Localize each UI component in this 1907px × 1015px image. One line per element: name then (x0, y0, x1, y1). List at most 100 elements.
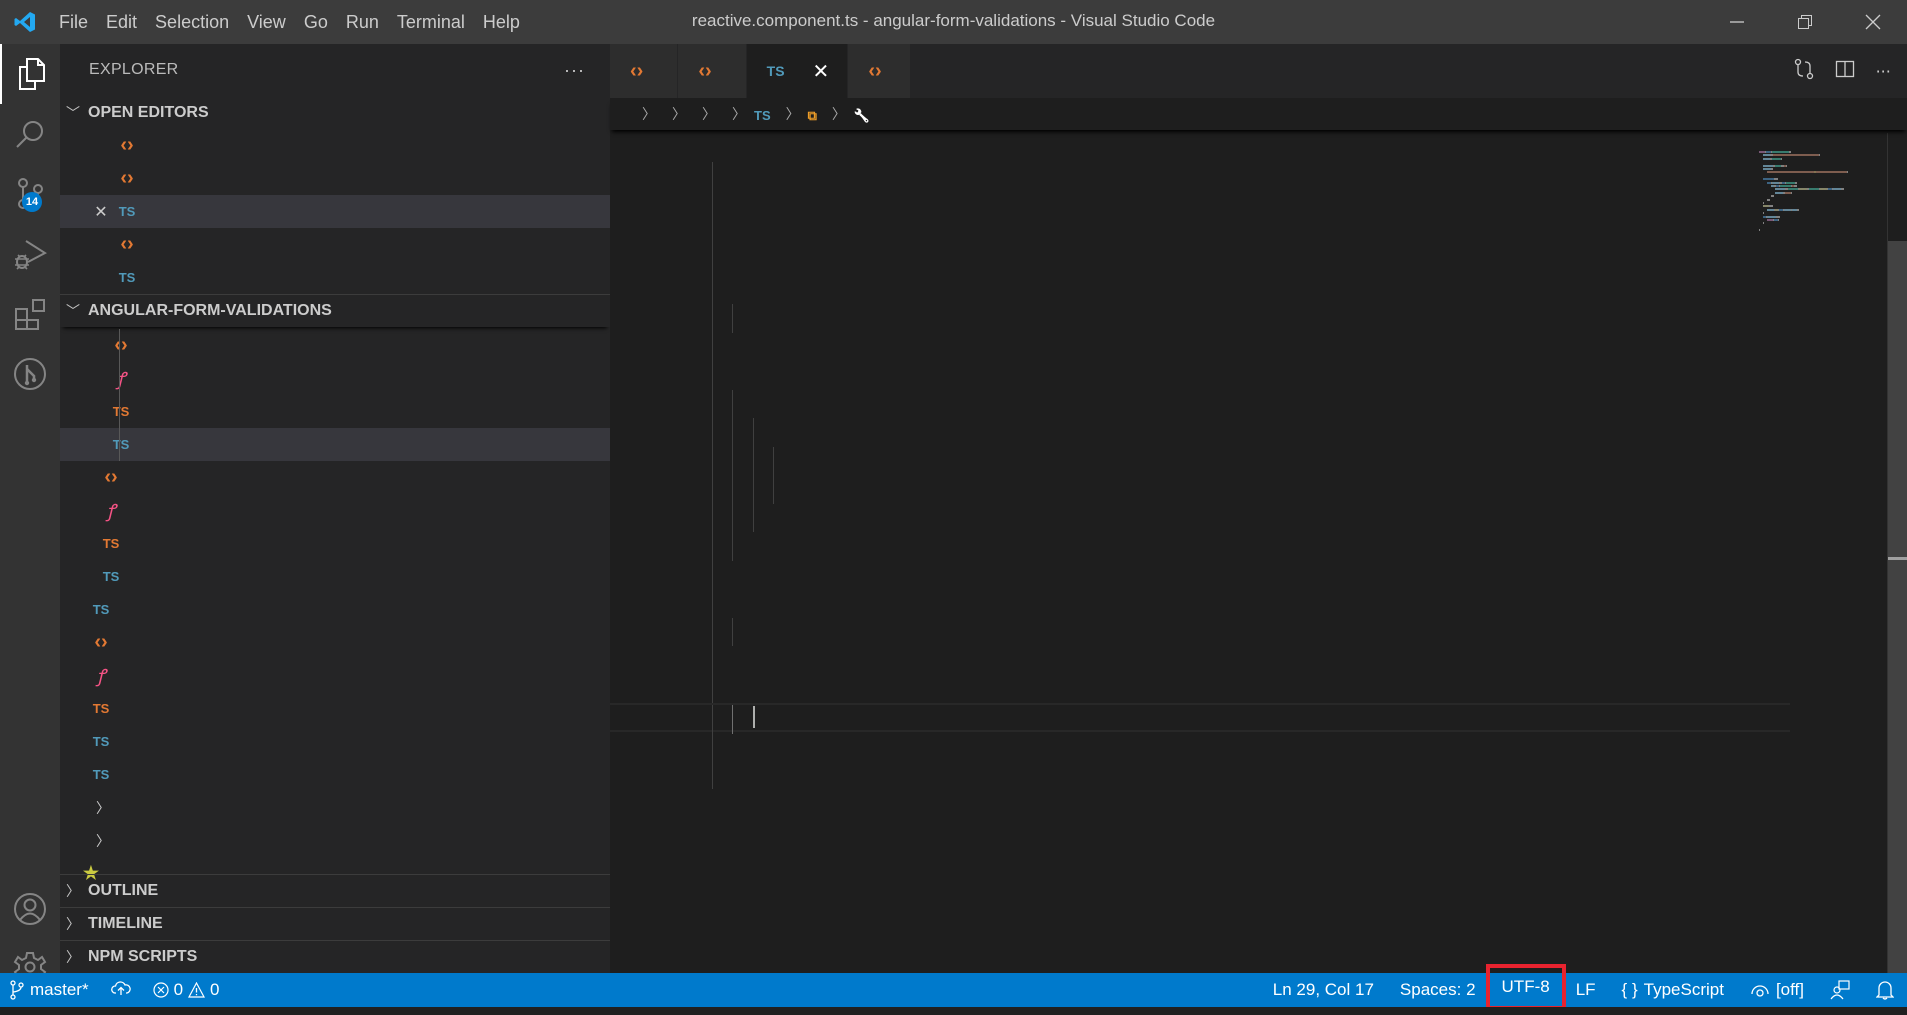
activity-run-debug[interactable] (0, 224, 60, 284)
code-line[interactable] (610, 817, 1790, 846)
editor-tab[interactable]: ‹› (678, 44, 747, 98)
code-editor[interactable] (610, 133, 1790, 973)
code-line[interactable] (610, 389, 1790, 418)
code-line[interactable] (610, 617, 1790, 646)
minimap[interactable] (1759, 133, 1879, 253)
menu-help[interactable]: Help (474, 12, 529, 33)
open-editor-item[interactable]: TS (60, 261, 610, 294)
scrollbar-thumb[interactable] (1888, 241, 1907, 973)
code-line[interactable] (610, 133, 1790, 162)
code-line[interactable] (610, 503, 1790, 532)
language-mode[interactable]: { } TypeScript (1609, 980, 1737, 1000)
branch-indicator[interactable]: master* (10, 980, 89, 1000)
open-editor-item[interactable]: ‹› (60, 162, 610, 195)
close-tab-icon[interactable]: ✕ (813, 59, 830, 84)
menu-view[interactable]: View (238, 12, 295, 33)
activity-search[interactable] (0, 104, 60, 164)
files-icon (19, 58, 45, 90)
file-item[interactable]: TS (60, 527, 610, 560)
code-line[interactable] (610, 190, 1790, 219)
code-line[interactable] (610, 361, 1790, 390)
editor-tab[interactable]: TS ✕ (746, 44, 849, 98)
file-item[interactable]: ‹› (60, 626, 610, 659)
file-item[interactable]: ꝭ (60, 494, 610, 527)
file-item[interactable]: ‹› (60, 329, 610, 362)
code-line[interactable] (610, 646, 1790, 675)
cursor-position[interactable]: Ln 29, Col 17 (1260, 980, 1387, 1000)
activity-extensions[interactable] (0, 284, 60, 344)
menu-terminal[interactable]: Terminal (388, 12, 474, 33)
outline-header[interactable]: 〉 OUTLINE (60, 874, 610, 907)
notifications-button[interactable] (1863, 980, 1907, 1000)
breadcrumb-item[interactable]: 🔧 (854, 103, 877, 125)
code-line[interactable] (610, 332, 1790, 361)
editor-tab[interactable]: ‹› (848, 44, 911, 98)
ellipsis-icon[interactable]: ··· (564, 60, 585, 81)
file-item[interactable]: TS (60, 725, 610, 758)
workspace-header[interactable]: ﹀ ANGULAR-FORM-VALIDATIONS (60, 294, 610, 327)
code-line[interactable] (610, 731, 1790, 760)
menu-selection[interactable]: Selection (146, 12, 238, 33)
open-changes-icon[interactable] (1793, 58, 1815, 84)
code-line[interactable] (610, 475, 1790, 504)
activity-git-graph[interactable] (0, 344, 60, 404)
activity-explorer[interactable] (0, 44, 60, 104)
editor-tab[interactable]: ‹› (610, 44, 679, 98)
open-editor-item[interactable]: ✕ TS (60, 195, 610, 228)
live-share-status[interactable]: [off] (1737, 980, 1817, 1000)
code-line[interactable] (610, 446, 1790, 475)
open-editor-item[interactable]: ‹› (60, 129, 610, 162)
breadcrumb-item[interactable]: TS (754, 103, 778, 125)
vertical-scrollbar[interactable] (1887, 133, 1907, 973)
problems-indicator[interactable]: 0 0 (152, 980, 220, 1000)
code-line[interactable] (610, 560, 1790, 589)
file-item[interactable]: TS (60, 692, 610, 725)
code-line[interactable] (610, 218, 1790, 247)
activity-accounts[interactable] (0, 879, 60, 939)
restore-button[interactable] (1771, 0, 1839, 44)
menu-go[interactable]: Go (295, 12, 337, 33)
code-line[interactable] (610, 247, 1790, 276)
file-item[interactable]: ꝭ (60, 659, 610, 692)
folder-item[interactable]: 〉 (60, 824, 610, 857)
timeline-header[interactable]: 〉 TIMELINE (60, 907, 610, 940)
code-line[interactable] (610, 789, 1790, 818)
file-item[interactable]: ꝭ (60, 362, 610, 395)
close-window-button[interactable] (1839, 0, 1907, 44)
code-line[interactable] (610, 161, 1790, 190)
feedback-button[interactable] (1817, 980, 1863, 1000)
sync-button[interactable] (110, 980, 131, 1001)
close-icon[interactable]: ✕ (88, 202, 114, 222)
split-editor-icon[interactable] (1835, 59, 1855, 83)
file-item[interactable]: TS (60, 395, 610, 428)
encoding-selector[interactable]: UTF-8 (1485, 964, 1566, 1010)
menu-edit[interactable]: Edit (97, 12, 146, 33)
file-item[interactable]: TS (60, 758, 610, 791)
code-line[interactable] (610, 674, 1790, 703)
minimize-button[interactable] (1703, 0, 1771, 44)
indent-guide (119, 428, 120, 461)
file-item[interactable]: TS (60, 560, 610, 593)
code-line[interactable] (610, 304, 1790, 333)
open-editors-header[interactable]: ﹀ OPEN EDITORS (60, 96, 610, 129)
code-line[interactable] (610, 418, 1790, 447)
code-line[interactable] (610, 532, 1790, 561)
chevron-right-icon: 〉 (66, 949, 80, 965)
npm-scripts-header[interactable]: 〉 NPM SCRIPTS (60, 940, 610, 973)
activity-source-control[interactable]: 14 (0, 164, 60, 224)
folder-item[interactable]: 〉 (60, 791, 610, 824)
open-editor-item[interactable]: ‹› (60, 228, 610, 261)
menu-file[interactable]: File (50, 12, 97, 33)
code-line[interactable] (610, 760, 1790, 789)
file-item[interactable]: ‹› (60, 461, 610, 494)
end-of-line[interactable]: LF (1563, 980, 1609, 1000)
breadcrumb-item[interactable]: ⧉ (808, 103, 824, 125)
file-item[interactable]: TS (60, 428, 610, 461)
menu-run[interactable]: Run (337, 12, 388, 33)
code-line[interactable] (610, 275, 1790, 304)
code-line[interactable] (610, 703, 1790, 734)
indentation[interactable]: Spaces: 2 (1387, 980, 1489, 1000)
code-line[interactable] (610, 589, 1790, 618)
ellipsis-icon[interactable]: ··· (1876, 62, 1891, 81)
file-item[interactable]: TS (60, 593, 610, 626)
